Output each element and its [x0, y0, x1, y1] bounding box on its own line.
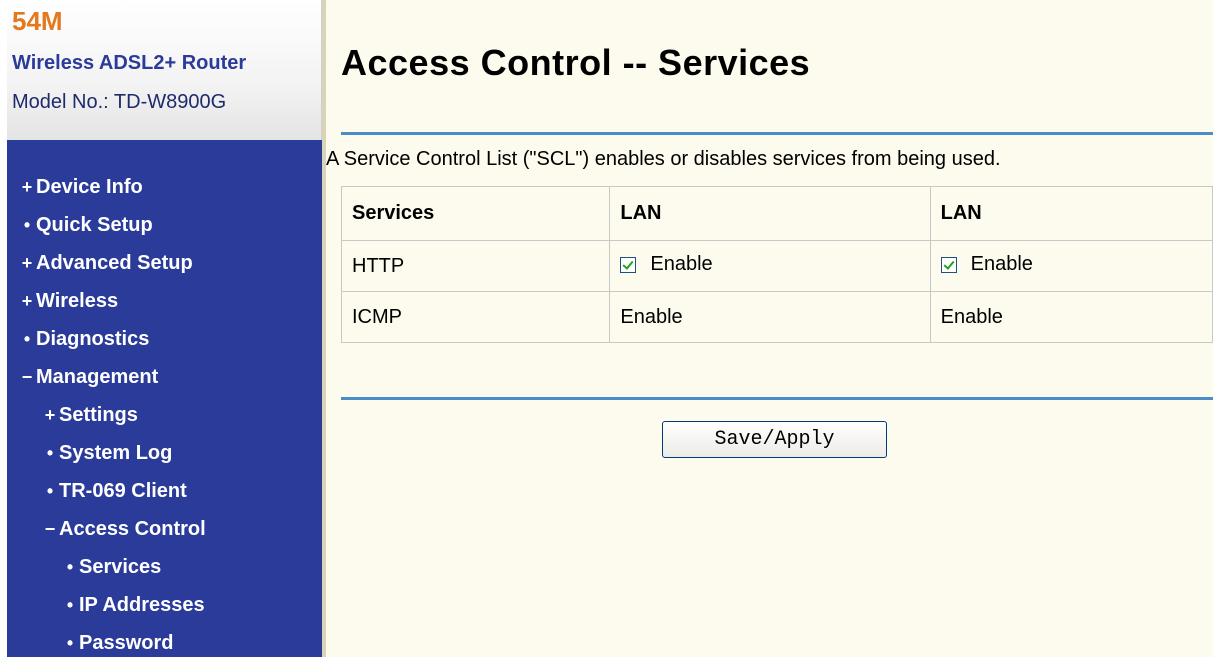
collapse-icon: − [21, 367, 33, 387]
sidebar-item-label: Device Info [36, 176, 143, 198]
expand-icon: + [44, 405, 56, 425]
header-lan: LAN [609, 186, 931, 241]
left-edge [0, 0, 7, 657]
collapse-icon: − [44, 519, 56, 539]
sidebar-item-ip-addresses[interactable]: • IP Addresses [7, 588, 322, 626]
save-apply-button[interactable]: Save/Apply [662, 421, 887, 458]
brand-model: Model No.: TD-W8900G [12, 89, 226, 115]
table-row: HTTP Enable Enable [340, 240, 1213, 292]
header-services: Services [340, 186, 611, 241]
sidebar-item-label: System Log [59, 442, 173, 464]
bullet-icon: • [66, 595, 74, 615]
service-name: HTTP [340, 240, 611, 292]
model-value: TD-W8900G [113, 91, 227, 113]
sidebar-item-system-log[interactable]: • System Log [7, 436, 322, 474]
sidebar-item-label: Access Control [59, 518, 206, 540]
http-lan2-checkbox[interactable] [940, 256, 957, 273]
main-content: Access Control -- Services A Service Con… [326, 0, 1213, 657]
sidebar-item-services[interactable]: • Services [7, 550, 322, 588]
icmp-lan2-value: Enable [929, 291, 1213, 343]
bullet-icon: • [23, 329, 31, 349]
services-table: Services LAN LAN HTTP Enable Enable ICMP… [340, 186, 1213, 343]
sidebar-item-access-control[interactable]: − Access Control [7, 512, 322, 550]
divider-top [341, 132, 1213, 135]
checkbox-label: Enable [970, 253, 1033, 276]
bullet-icon: • [23, 215, 31, 235]
table-row: ICMP Enable Enable [340, 291, 1213, 343]
page-title: Access Control -- Services [341, 42, 811, 83]
sidebar-item-label: IP Addresses [79, 594, 205, 616]
sidebar-item-label: Services [79, 556, 162, 578]
sidebar-item-wireless[interactable]: + Wireless [7, 284, 322, 322]
sidebar-item-label: Management [36, 366, 159, 388]
expand-icon: + [21, 177, 33, 197]
bullet-icon: • [66, 633, 74, 653]
sidebar-item-label: Quick Setup [36, 214, 153, 236]
http-lan-enable[interactable]: Enable [620, 253, 713, 276]
bullet-icon: • [46, 481, 54, 501]
divider-bottom [341, 397, 1213, 400]
sidebar-item-label: Advanced Setup [36, 252, 193, 274]
sidebar-item-label: Password [79, 632, 174, 654]
sidebar-nav: + Device Info • Quick Setup + Advanced Setu… [7, 170, 322, 657]
model-label: Model No.: [12, 91, 109, 113]
checkbox-label: Enable [650, 253, 713, 276]
sidebar-item-device-info[interactable]: + Device Info [7, 170, 322, 208]
sidebar-item-quick-setup[interactable]: • Quick Setup [7, 208, 322, 246]
http-lan-checkbox[interactable] [620, 256, 637, 273]
sidebar: 54M Wireless ADSL2+ Router Model No.: TD… [7, 0, 322, 657]
intro-text: A Service Control List ("SCL") enables o… [326, 148, 1001, 170]
http-lan2-enable[interactable]: Enable [940, 253, 1033, 276]
expand-icon: + [21, 253, 33, 273]
brand-product: Wireless ADSL2+ Router [12, 52, 247, 74]
sidebar-item-password[interactable]: • Password [7, 626, 322, 657]
sidebar-item-advanced-setup[interactable]: + Advanced Setup [7, 246, 322, 284]
sidebar-item-label: Diagnostics [36, 328, 150, 350]
bullet-icon: • [66, 557, 74, 577]
sidebar-item-label: TR-069 Client [59, 480, 187, 502]
http-lan-cell: Enable [609, 240, 931, 292]
expand-icon: + [21, 291, 33, 311]
sidebar-item-settings[interactable]: + Settings [7, 398, 322, 436]
bullet-icon: • [46, 443, 54, 463]
brand-speed: 54M [12, 6, 63, 36]
header-lan: LAN [929, 186, 1213, 241]
sidebar-item-tr069-client[interactable]: • TR-069 Client [7, 474, 322, 512]
sidebar-item-label: Wireless [36, 290, 119, 312]
router-admin-page: 54M Wireless ADSL2+ Router Model No.: TD… [0, 0, 1213, 657]
sidebar-item-label: Settings [59, 404, 138, 426]
sidebar-item-diagnostics[interactable]: • Diagnostics [7, 322, 322, 360]
http-lan2-cell: Enable [929, 240, 1213, 292]
table-header-row: Services LAN LAN [340, 186, 1213, 241]
brand-header: 54M Wireless ADSL2+ Router Model No.: TD… [7, 0, 322, 140]
service-name: ICMP [340, 291, 611, 343]
sidebar-item-management[interactable]: − Management [7, 360, 322, 398]
icmp-lan-value: Enable [609, 291, 931, 343]
